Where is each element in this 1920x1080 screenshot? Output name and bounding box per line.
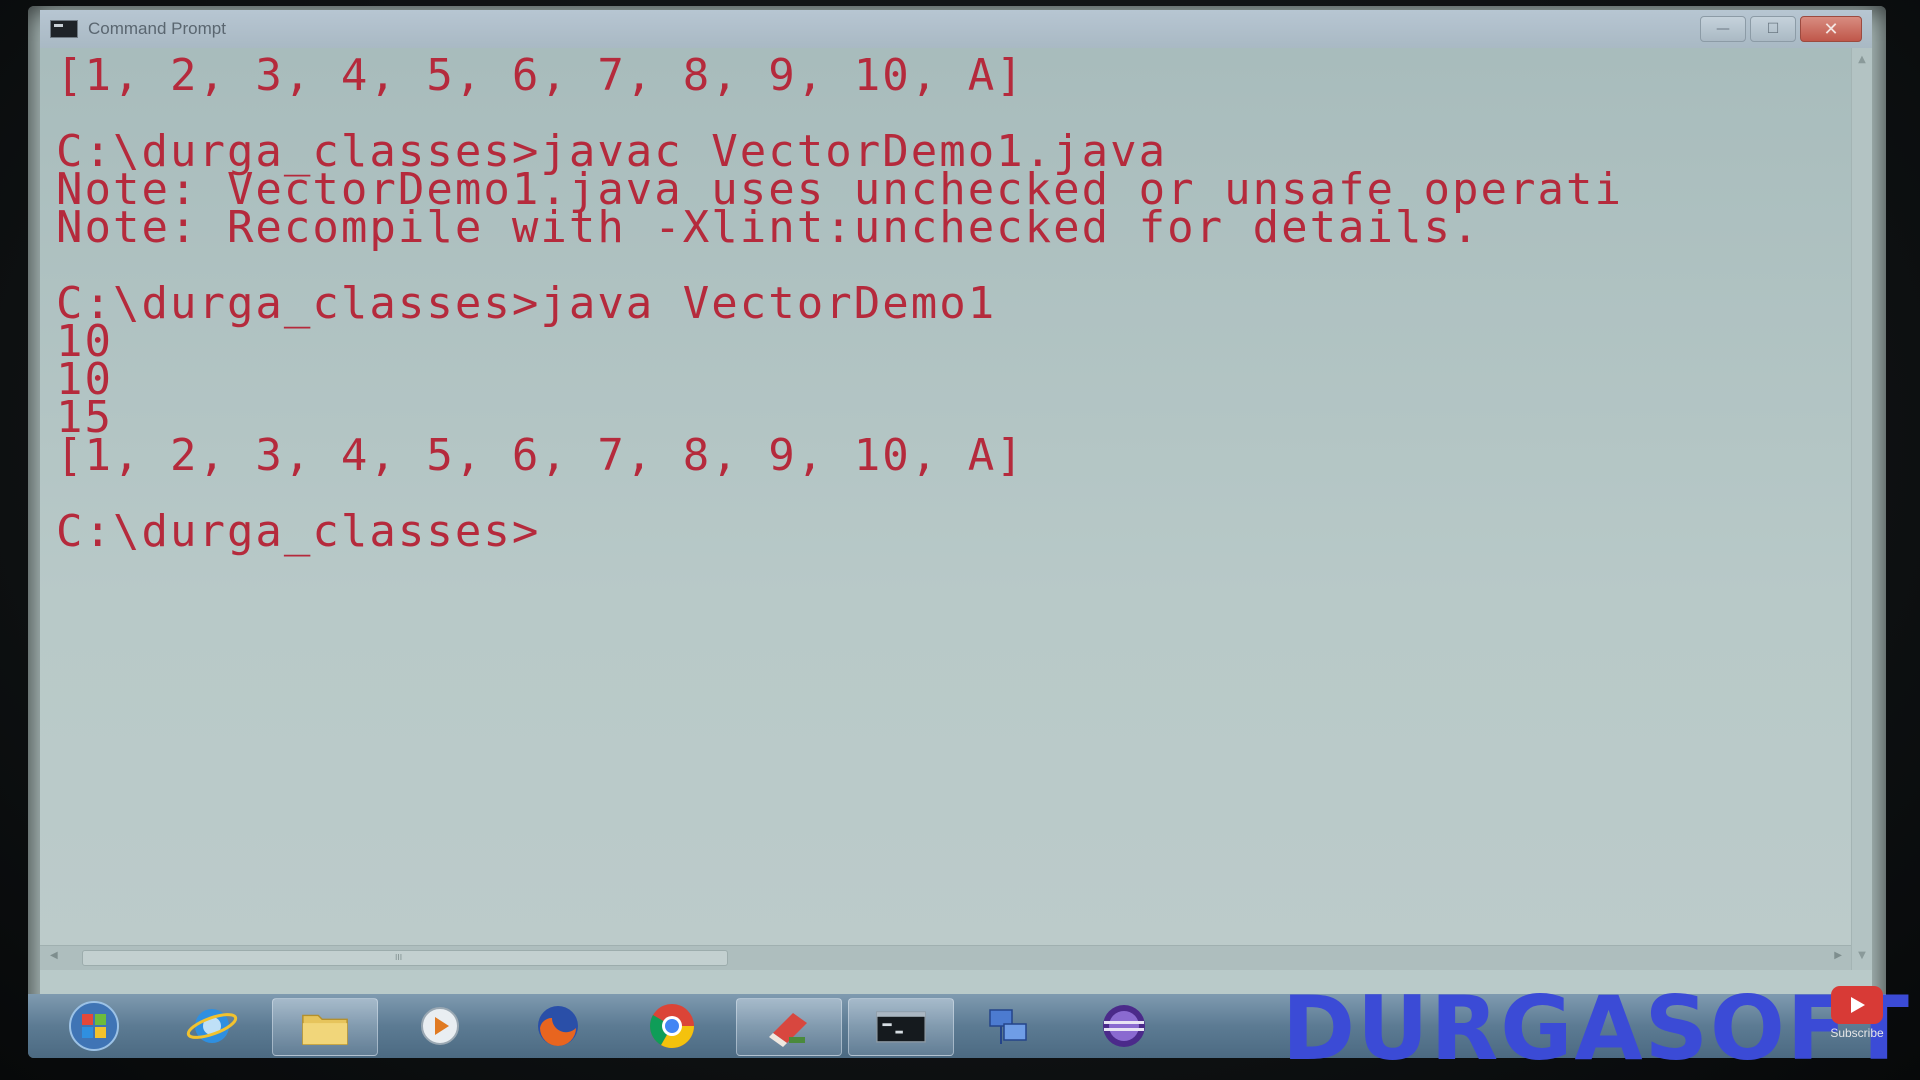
taskbar-media-player[interactable] (388, 998, 492, 1054)
taskbar-chrome[interactable] (620, 998, 724, 1054)
eraser-app-icon (763, 1005, 815, 1049)
start-button[interactable] (46, 998, 142, 1054)
subscribe-label[interactable]: Subscribe (1830, 1026, 1883, 1040)
taskbar-internet-explorer[interactable] (160, 998, 264, 1054)
console-line: Note: Recompile with -Xlint:unchecked fo… (56, 202, 1481, 253)
title-bar[interactable]: Command Prompt — ☐ ✕ (40, 10, 1872, 48)
command-prompt-icon (875, 1005, 927, 1049)
scroll-grip: III (395, 953, 403, 962)
vertical-scrollbar[interactable]: ▲ ▼ (1851, 48, 1872, 970)
screen: Command Prompt — ☐ ✕ [1, 2, 3, 4, 5, 6, … (28, 6, 1886, 1058)
taskbar-file-explorer[interactable] (272, 998, 378, 1056)
folder-icon (299, 1005, 351, 1049)
console-line: [1, 2, 3, 4, 5, 6, 7, 8, 9, 10, A] (56, 430, 1025, 481)
taskbar-firefox[interactable] (506, 998, 610, 1054)
window-controls: — ☐ ✕ (1700, 16, 1862, 42)
console-line: [1, 2, 3, 4, 5, 6, 7, 8, 9, 10, A] (56, 50, 1025, 101)
console-line: C:\durga_classes>java VectorDemo1 (56, 278, 997, 329)
minimize-button[interactable]: — (1700, 16, 1746, 42)
scroll-down-arrow-icon[interactable]: ▼ (1856, 950, 1868, 964)
taskbar-network[interactable] (956, 998, 1060, 1054)
command-prompt-window: Command Prompt — ☐ ✕ [1, 2, 3, 4, 5, 6, … (40, 10, 1872, 994)
youtube-subscribe[interactable]: Subscribe (1826, 986, 1888, 1044)
horizontal-scroll-thumb[interactable]: III (82, 950, 728, 966)
cmd-window-icon (50, 20, 78, 38)
youtube-play-icon[interactable] (1831, 986, 1883, 1024)
taskbar-command-prompt[interactable] (848, 998, 954, 1056)
maximize-button[interactable]: ☐ (1750, 16, 1796, 42)
console-prompt[interactable]: C:\durga_classes> (56, 510, 540, 554)
scroll-right-arrow-icon[interactable]: ▶ (1834, 950, 1842, 961)
windows-start-icon (68, 1001, 120, 1051)
close-button[interactable]: ✕ (1800, 16, 1862, 42)
scroll-up-arrow-icon[interactable]: ▲ (1856, 54, 1868, 68)
console-output[interactable]: [1, 2, 3, 4, 5, 6, 7, 8, 9, 10, A] C:\du… (40, 48, 1852, 970)
firefox-icon (532, 1004, 584, 1048)
internet-explorer-icon (186, 1004, 238, 1048)
network-icon (982, 1004, 1034, 1048)
media-player-icon (414, 1004, 466, 1048)
durgasoft-watermark: DURGASOFT (1282, 977, 1911, 1080)
monitor-frame: Command Prompt — ☐ ✕ [1, 2, 3, 4, 5, 6, … (0, 0, 1920, 1080)
chrome-icon (646, 1004, 698, 1048)
horizontal-scrollbar[interactable]: ◀ III ▶ (40, 945, 1852, 970)
eclipse-icon (1098, 1004, 1150, 1048)
taskbar-eraser-app[interactable] (736, 998, 842, 1056)
taskbar-eclipse[interactable] (1072, 998, 1176, 1054)
scroll-left-arrow-icon[interactable]: ◀ (50, 950, 58, 961)
window-title: Command Prompt (88, 19, 226, 38)
